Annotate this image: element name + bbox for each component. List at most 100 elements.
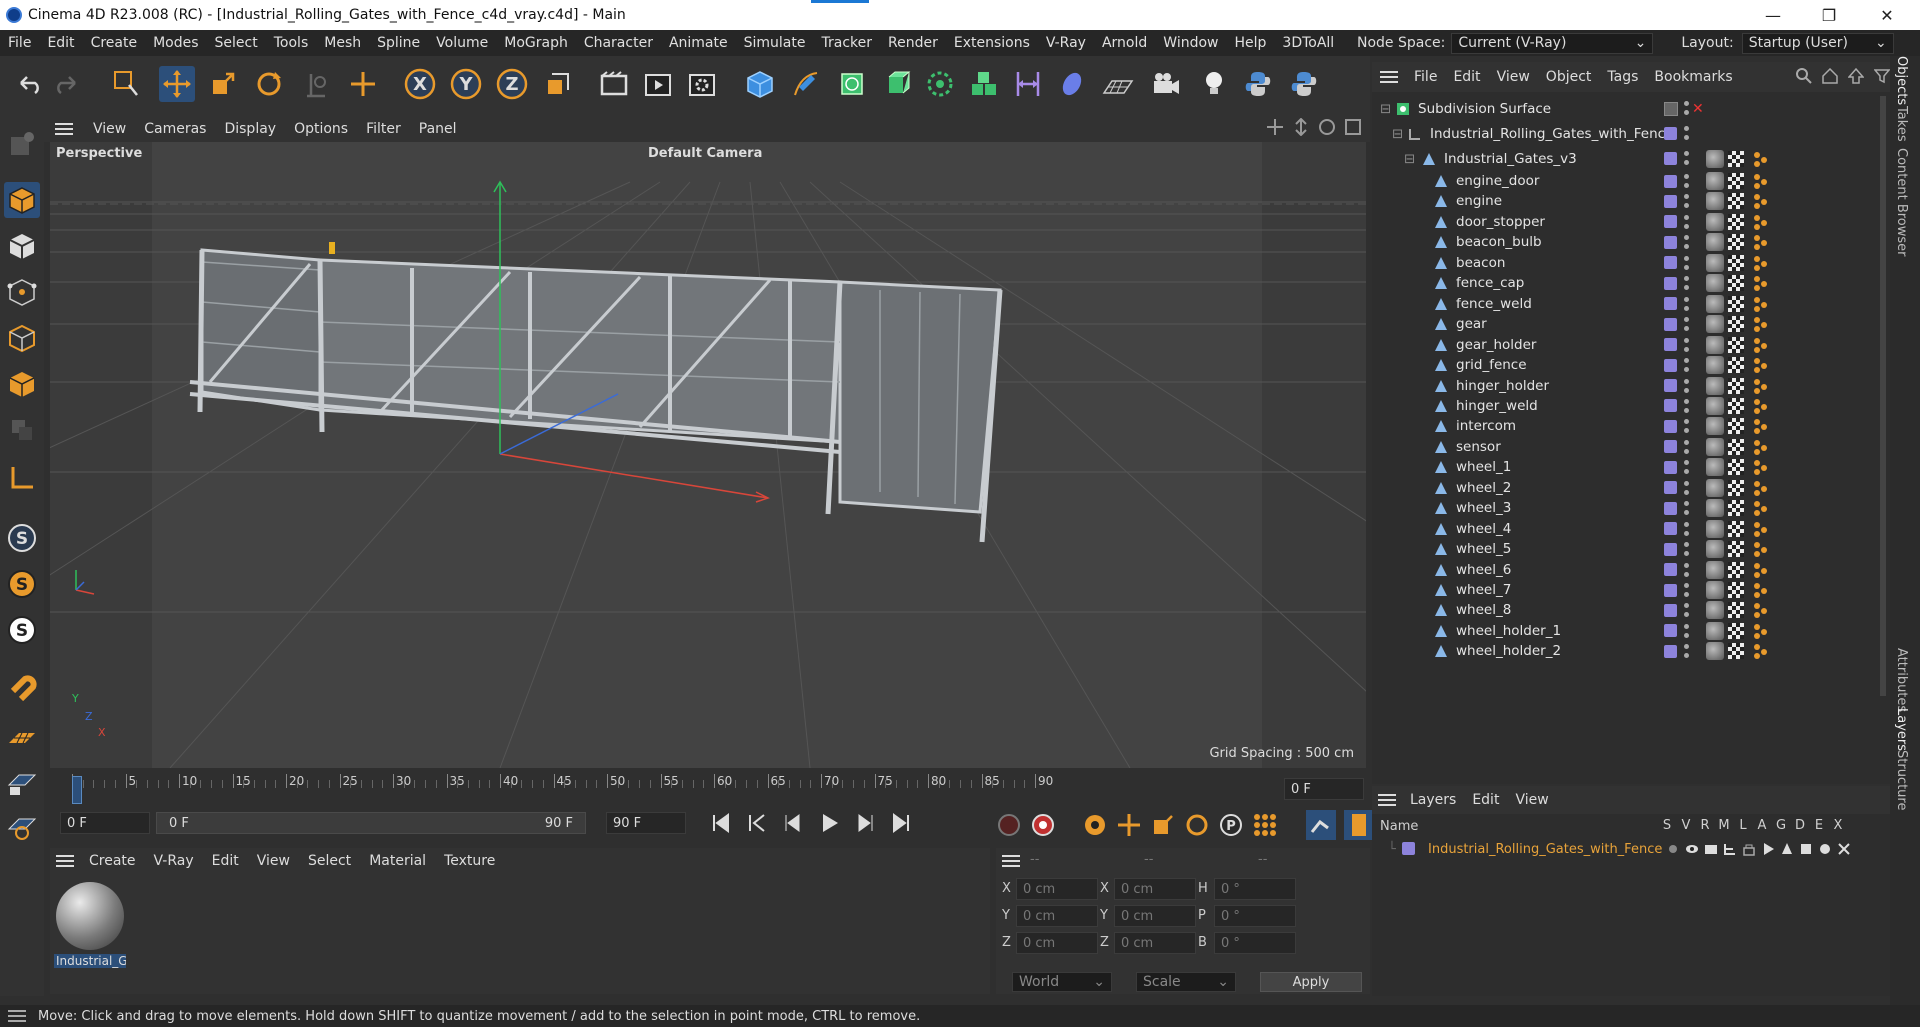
coord-field-z[interactable]: 0 cm [1016,932,1098,954]
layer-color-tag[interactable] [1664,276,1677,290]
visibility-dots-icon[interactable] [1684,316,1689,332]
vray-tag-icon[interactable] [1752,417,1770,435]
layer-color-tag[interactable] [1664,481,1677,495]
tree-row-wheel-1[interactable]: wheel_1 [1372,457,1872,477]
vray-tag-icon[interactable] [1752,213,1770,231]
layer-name[interactable]: Industrial_Rolling_Gates_with_Fence [1428,842,1662,857]
previous-key-icon[interactable] [746,812,768,834]
layer-color-tag[interactable] [1664,297,1677,311]
vray-tag-icon[interactable] [1752,520,1770,538]
visibility-dots-icon[interactable] [1684,439,1689,455]
hamburger-menu-icon[interactable] [1372,70,1406,84]
menu-animate[interactable]: Animate [661,35,736,51]
visibility-dots-icon[interactable] [1684,582,1689,598]
visibility-dots-icon[interactable] [1684,378,1689,394]
menu-window[interactable]: Window [1155,35,1226,51]
material-tag-icon[interactable] [1706,621,1724,640]
object-menu-object[interactable]: Object [1538,69,1600,85]
edges-mode-icon[interactable] [4,320,40,356]
key-position-icon[interactable] [1116,812,1142,838]
tree-row-beacon-bulb[interactable]: beacon_bulb [1372,232,1872,252]
autokeying-icon[interactable] [1030,812,1056,838]
material-tag-icon[interactable] [1706,396,1724,415]
object-menu-view[interactable]: View [1489,69,1538,85]
coord-field-h[interactable]: 0 ° [1214,878,1296,900]
tree-row-gear[interactable]: gear [1372,314,1872,334]
soft-selection-icon[interactable] [4,808,40,844]
uv-tag-icon[interactable] [1728,418,1744,435]
disabled-x-icon[interactable]: ✕ [1692,101,1704,117]
coord-field-p[interactable]: 0 ° [1214,905,1296,927]
uv-tag-icon[interactable] [1728,150,1744,167]
tree-row-hinger-holder[interactable]: hinger_holder [1372,376,1872,396]
subdivision-surface-icon[interactable] [834,66,870,102]
uv-tag-icon[interactable] [1728,561,1744,578]
menu-3dtoall[interactable]: 3DToAll [1274,35,1342,51]
vray-tag-icon[interactable] [1752,601,1770,619]
collapse-icon[interactable]: ⊟ [1380,101,1391,117]
vray-tag-icon[interactable] [1752,233,1770,251]
close-button[interactable]: ✕ [1864,0,1910,30]
vray-tag-icon[interactable] [1752,438,1770,456]
move-tool-icon[interactable] [159,66,195,102]
material-tag-icon[interactable] [1706,437,1724,456]
vray-tag-icon[interactable] [1752,458,1770,476]
uv-tag-icon[interactable] [1728,643,1744,660]
uv-tag-icon[interactable] [1728,622,1744,639]
layer-col-r[interactable]: R [1698,818,1712,833]
tree-row-subdivision-surface[interactable]: ⊟ Subdivision Surface ✕ [1372,96,1872,121]
key-rotation-icon[interactable] [1184,812,1210,838]
collapse-icon[interactable]: ⊟ [1392,126,1403,142]
x-axis-lock-icon[interactable]: X [402,66,438,102]
menu-volume[interactable]: Volume [428,35,496,51]
object-menu-tags[interactable]: Tags [1599,69,1646,85]
record-key-icon[interactable] [996,812,1022,838]
vray-tag-icon[interactable] [1752,356,1770,374]
layer-col-x[interactable]: X [1831,818,1845,833]
viewport-camera-label[interactable]: Default Camera [648,146,762,161]
object-menu-bookmarks[interactable]: Bookmarks [1646,69,1740,85]
render-to-picture-viewer-icon[interactable] [640,66,676,102]
menu-select[interactable]: Select [207,35,266,51]
dolly-view-icon[interactable] [1292,118,1310,136]
visibility-dots-icon[interactable] [1684,398,1689,414]
uv-tag-icon[interactable] [1728,459,1744,476]
tab-objects[interactable]: Objects [1894,56,1909,105]
menu-extensions[interactable]: Extensions [946,35,1038,51]
material-tag-icon[interactable] [1706,149,1724,168]
deformer-icon[interactable] [1010,66,1046,102]
material-tag-icon[interactable] [1706,172,1724,190]
vray-tag-icon[interactable] [1752,397,1770,415]
layer-color-tag[interactable] [1664,399,1677,413]
layer-menu-edit[interactable]: Edit [1464,792,1507,808]
vray-tag-icon[interactable] [1752,172,1770,190]
field-icon[interactable] [1054,66,1090,102]
key-scale-icon[interactable] [1150,812,1176,838]
layer-menu-layers[interactable]: Layers [1402,792,1464,808]
visibility-dots-icon[interactable] [1684,357,1689,373]
texture-mode-icon[interactable] [4,228,40,264]
menu-spline[interactable]: Spline [369,35,428,51]
menu-tools[interactable]: Tools [266,35,317,51]
visibility-dots-icon[interactable] [1684,214,1689,230]
uv-tag-icon[interactable] [1728,602,1744,619]
tree-row-group[interactable]: ⊟ Industrial_Rolling_Gates_with_Fence [1372,121,1872,146]
menu-arnold[interactable]: Arnold [1094,35,1155,51]
uv-tag-icon[interactable] [1728,357,1744,374]
viewport-menu-filter[interactable]: Filter [357,121,410,137]
hamburger-menu-icon[interactable] [1002,854,1020,872]
expressions-icon[interactable] [1818,842,1832,856]
layer-color-tag[interactable] [1664,235,1677,249]
coord-field-y[interactable]: 0 cm [1016,905,1098,927]
tree-row-wheel-holder-1[interactable]: wheel_holder_1 [1372,621,1872,641]
material-swatch[interactable]: Industrial_G [54,882,126,974]
hamburger-menu-icon[interactable] [44,122,84,136]
rotate-tool-icon[interactable] [251,66,287,102]
layer-col-s[interactable]: S [1660,818,1674,833]
collapse-icon[interactable]: ⊟ [1404,151,1415,167]
redo-icon[interactable] [48,66,84,102]
deformers-icon[interactable] [1799,842,1813,856]
timeline-film-icon[interactable] [1344,810,1374,840]
vray-tag-icon[interactable] [1752,192,1770,210]
apply-button[interactable]: Apply [1260,972,1362,992]
